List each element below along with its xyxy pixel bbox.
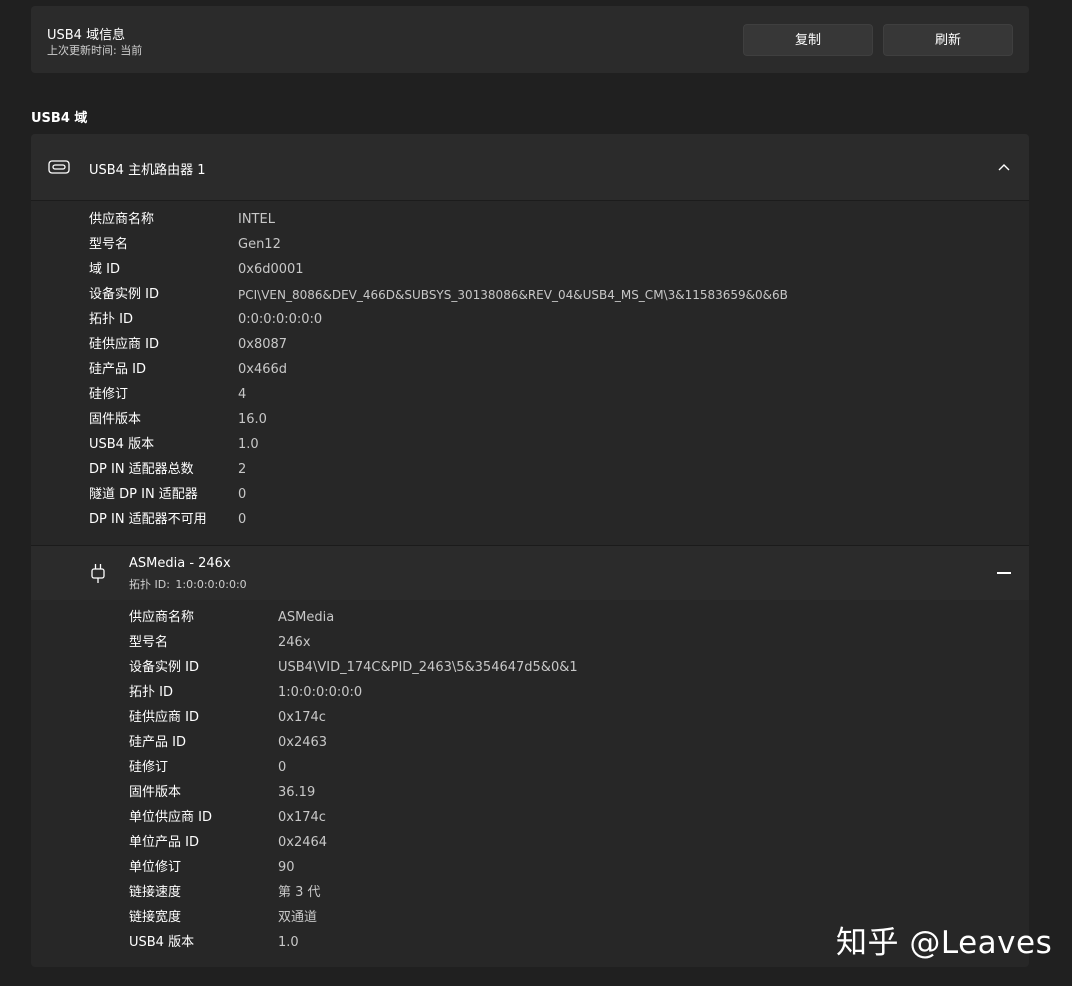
property-value: 0x174c [278,710,326,725]
property-label: 硅修订 [89,387,129,402]
device-properties: 供应商名称 ASMedia 型号名 246x 设备实例 ID USB4\VID_… [129,608,1009,958]
property-value: 0x6d0001 [238,262,304,277]
property-label: 型号名 [89,237,129,252]
property-value: 36.19 [278,785,316,800]
property-value: 0:0:0:0:0:0:0 [238,312,323,327]
section-title: USB4 域 [31,111,88,126]
topology-label: 拓扑 ID: [129,578,170,591]
refresh-button[interactable]: 刷新 [883,24,1013,56]
property-value: 1.0 [278,935,299,950]
property-label: 硅供应商 ID [89,337,159,352]
property-label: 固件版本 [89,412,142,427]
property-label: 域 ID [89,262,120,277]
property-value: 4 [238,387,247,402]
property-label: USB4 版本 [129,935,195,950]
property-value: INTEL [238,212,275,227]
last-updated-value: 当前 [120,44,143,57]
usb-plug-icon [91,564,105,583]
property-value: 0x466d [238,362,288,377]
property-value: 16.0 [238,412,267,427]
property-label: 型号名 [129,635,169,650]
watermark: 知乎 @Leaves [836,925,1053,961]
property-label: 固件版本 [129,785,182,800]
property-value: ASMedia [278,610,335,625]
property-value: 0x8087 [238,337,288,352]
property-value: 0x174c [278,810,326,825]
copy-button[interactable]: 复制 [743,24,873,56]
domain-info-card: USB4 域信息 上次更新时间: 当前 复制 刷新 [31,6,1029,73]
property-value: Gen12 [238,237,281,252]
property-label: DP IN 适配器总数 [89,462,194,477]
property-value: 0 [278,760,287,775]
chevron-up-icon[interactable] [997,160,1011,174]
property-value: 90 [278,860,295,875]
device-topology: 拓扑 ID: 1:0:0:0:0:0:0 [129,576,249,592]
last-updated: 上次更新时间: 当前 [47,42,142,58]
device-header[interactable]: ASMedia - 246x 拓扑 ID: 1:0:0:0:0:0:0 [31,546,1029,600]
property-value: 1:0:0:0:0:0:0 [278,685,363,700]
property-label: 供应商名称 [129,610,195,625]
usb4-domain-card: USB4 主机路由器 1 供应商名称 INTEL 型号名 Gen12 域 ID … [31,134,1029,967]
property-label: 硅修订 [129,760,169,775]
host-router-title: USB4 主机路由器 1 [89,163,206,178]
property-value: USB4\VID_174C&PID_2463\5&354647d5&0&1 [278,660,578,675]
property-label: USB4 版本 [89,437,155,452]
property-value: 1.0 [238,437,259,452]
property-value: 0x2464 [278,835,328,850]
topology-value: 1:0:0:0:0:0:0 [175,578,247,591]
device-title: ASMedia - 246x [129,556,231,571]
property-label: 硅产品 ID [89,362,146,377]
property-label: 单位修订 [129,860,182,875]
collapse-icon[interactable] [997,572,1011,574]
property-value: 0 [238,512,247,527]
property-label: 拓扑 ID [129,685,173,700]
property-value: 双通道 [278,910,318,925]
property-label: 单位产品 ID [129,835,199,850]
usb-c-port-icon [48,160,70,174]
property-label: 链接速度 [129,885,182,900]
property-label: 隧道 DP IN 适配器 [89,487,198,502]
usb4-domain-page: USB4 域信息 上次更新时间: 当前 复制 刷新 USB4 域 USB4 主机… [0,0,1072,986]
property-label: 硅产品 ID [129,735,186,750]
property-label: 单位供应商 ID [129,810,212,825]
property-label: 拓扑 ID [89,312,133,327]
property-label: 硅供应商 ID [129,710,199,725]
property-label: 设备实例 ID [89,287,159,302]
last-updated-label: 上次更新时间: [47,44,117,57]
host-router-properties: 供应商名称 INTEL 型号名 Gen12 域 ID 0x6d0001 设备实例… [89,210,1009,530]
host-router-header[interactable]: USB4 主机路由器 1 [31,134,1029,201]
property-value: 2 [238,462,247,477]
property-value: PCI\VEN_8086&DEV_466D&SUBSYS_30138086&RE… [238,288,788,302]
property-label: 供应商名称 [89,212,155,227]
property-value: 0x2463 [278,735,328,750]
property-value: 0 [238,487,247,502]
property-label: 设备实例 ID [129,660,199,675]
property-value: 第 3 代 [278,885,321,900]
property-label: DP IN 适配器不可用 [89,512,207,527]
info-card-title: USB4 域信息 [47,28,126,43]
property-value: 246x [278,635,311,650]
property-label: 链接宽度 [129,910,182,925]
